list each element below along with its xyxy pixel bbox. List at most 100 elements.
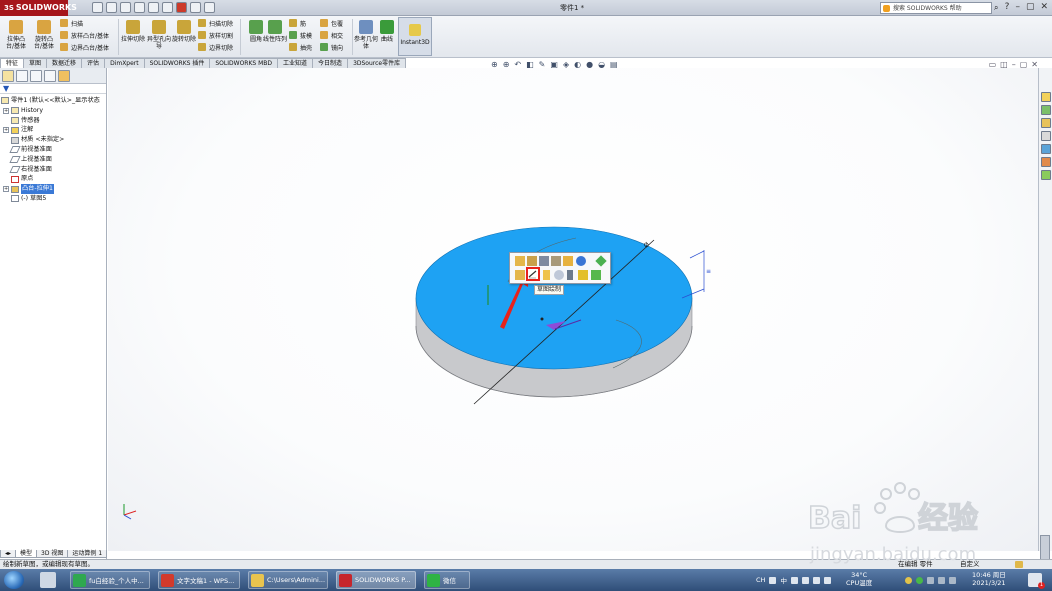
- tab-3dsource[interactable]: 3DSource零件库: [347, 58, 407, 68]
- shell-button[interactable]: 抽壳: [289, 42, 312, 52]
- ime-mode[interactable]: 中: [780, 575, 787, 585]
- start-button[interactable]: [4, 571, 24, 589]
- insert-icon[interactable]: [563, 256, 573, 266]
- language-indicator[interactable]: CH: [756, 576, 765, 584]
- taskbar-item-folder[interactable]: C:\Users\Admini...: [248, 571, 328, 589]
- appearances-icon[interactable]: [1041, 157, 1051, 167]
- property-manager-tab-icon[interactable]: [16, 70, 28, 82]
- model-view[interactable]: Ø ≡: [108, 68, 1038, 551]
- restore-icon[interactable]: ▢: [1026, 2, 1035, 12]
- tab-industry-know[interactable]: 工业知道: [277, 58, 314, 68]
- suppress-icon[interactable]: [539, 256, 549, 266]
- sketch-icon[interactable]: [526, 267, 540, 281]
- graphics-area[interactable]: Ø ≡: [108, 68, 1038, 551]
- minimize-icon[interactable]: –: [1015, 2, 1020, 12]
- volume-icon[interactable]: [938, 576, 945, 584]
- file-explorer-icon[interactable]: [1041, 131, 1051, 141]
- options-icon[interactable]: [204, 2, 215, 13]
- tray-icon[interactable]: [812, 576, 820, 584]
- battery-icon[interactable]: [949, 576, 956, 584]
- tree-item-top-plane[interactable]: 上视基准面: [0, 155, 106, 165]
- notification-icon[interactable]: 1: [1028, 573, 1045, 589]
- tab-today-manufacture[interactable]: 今日制造: [312, 58, 349, 68]
- measure-icon[interactable]: [567, 270, 573, 280]
- disc-top-face[interactable]: [415, 226, 693, 370]
- clock[interactable]: 10:46 周日 2021/3/21: [972, 571, 1006, 587]
- tray-icon[interactable]: [790, 576, 798, 584]
- open-file-icon[interactable]: [106, 2, 117, 13]
- mirror-button[interactable]: 镜向: [320, 42, 343, 52]
- tab-dimxpert[interactable]: DimXpert: [104, 58, 145, 68]
- temperature-widget[interactable]: 34°C CPU温度: [846, 571, 872, 587]
- help-icon[interactable]: [1015, 561, 1023, 568]
- expand-toggle[interactable]: +: [3, 107, 9, 114]
- custom-properties-icon[interactable]: [1041, 170, 1051, 180]
- tree-item-front-plane[interactable]: 前视基准面: [0, 145, 106, 155]
- edit-feature-icon[interactable]: [515, 256, 525, 266]
- lofted-cut-button[interactable]: 放样切割: [198, 30, 233, 40]
- revolve-boss-button[interactable]: 旋转凸台/基体: [31, 20, 57, 50]
- tree-item-sensors[interactable]: 传感器: [0, 116, 106, 126]
- tray-icon[interactable]: [916, 576, 923, 584]
- taskbar-item-solidworks[interactable]: SOLIDWORKS P...: [336, 571, 416, 589]
- tab-data-migration[interactable]: 数据迁移: [46, 58, 83, 68]
- sweep-button[interactable]: 扫描: [60, 18, 83, 28]
- hide-icon[interactable]: [595, 255, 607, 267]
- boundary-cut-button[interactable]: 边界切除: [198, 42, 233, 52]
- linear-pattern-button[interactable]: 线性阵列: [262, 20, 288, 43]
- new-file-icon[interactable]: [92, 2, 103, 13]
- tab-sketch[interactable]: 草图: [23, 58, 48, 68]
- tray-icon[interactable]: [801, 576, 809, 584]
- select-other-icon[interactable]: [591, 270, 601, 280]
- taskbar-item-browser[interactable]: fu白经验_个人中...: [70, 571, 150, 589]
- swept-cut-button[interactable]: 扫描切除: [198, 18, 233, 28]
- tree-item-annotations[interactable]: + 注解: [0, 125, 106, 135]
- unit-system[interactable]: 自定义: [960, 560, 980, 569]
- rib-button[interactable]: 筋: [289, 18, 306, 28]
- zoom-to-selection-icon[interactable]: [554, 270, 564, 280]
- expand-toggle[interactable]: +: [3, 127, 9, 134]
- tab-motion-study[interactable]: 运动算例 1: [67, 550, 108, 558]
- tab-features[interactable]: 特征: [0, 58, 25, 68]
- taskbar-item-wps[interactable]: 文字文稿1 - WPS...: [158, 571, 240, 589]
- solidworks-logo[interactable]: 3S SOLIDWORKS: [0, 0, 77, 16]
- tree-item-history[interactable]: + History: [0, 106, 106, 116]
- revolve-cut-button[interactable]: 旋转切除: [171, 20, 197, 43]
- network-icon[interactable]: [927, 576, 934, 584]
- tree-item-boss-extrude[interactable]: + 凸台-拉伸1: [0, 184, 106, 194]
- tab-model[interactable]: 模型: [15, 550, 38, 558]
- normal-to-icon[interactable]: [515, 270, 525, 280]
- print-icon[interactable]: [134, 2, 145, 13]
- extrude-cut-button[interactable]: 拉伸切除: [120, 20, 146, 43]
- tab-mbd[interactable]: SOLIDWORKS MBD: [209, 58, 279, 68]
- filter-icon[interactable]: ▼: [0, 84, 106, 94]
- tab-addins[interactable]: SOLIDWORKS 插件: [143, 58, 211, 68]
- view-palette-icon[interactable]: [1041, 144, 1051, 154]
- draft-button[interactable]: 拔模: [289, 30, 312, 40]
- tab-3d-views[interactable]: 3D 视图: [36, 550, 69, 558]
- select-icon[interactable]: [162, 2, 173, 13]
- intersect-button[interactable]: 相交: [320, 30, 343, 40]
- help-icon[interactable]: ?: [1005, 2, 1010, 12]
- tree-item-part[interactable]: 零件1 (默认<<默认>_显示状态: [0, 96, 106, 106]
- display-manager-tab-icon[interactable]: [58, 70, 70, 82]
- explorer-pinned-icon[interactable]: [40, 572, 56, 588]
- close-icon[interactable]: ✕: [1040, 2, 1048, 12]
- resources-icon[interactable]: [1041, 105, 1051, 115]
- feature-manager-tab-icon[interactable]: [2, 70, 14, 82]
- smart-dimension-icon[interactable]: [543, 270, 550, 280]
- search-input[interactable]: 搜索 SOLIDWORKS 帮助: [880, 2, 992, 14]
- instant3d-button[interactable]: Instant3D: [398, 17, 432, 56]
- extrude-boss-button[interactable]: 拉伸凸台/基体: [3, 20, 29, 50]
- taskbar-item-wechat[interactable]: 微信: [424, 571, 470, 589]
- scroll-arrows[interactable]: ◂▸: [0, 550, 17, 558]
- hole-wizard-button[interactable]: 异型孔向导: [146, 20, 172, 50]
- height-dimension-icon[interactable]: ≡: [706, 268, 711, 275]
- home-icon[interactable]: [1041, 92, 1051, 102]
- configuration-manager-tab-icon[interactable]: [30, 70, 42, 82]
- tab-evaluate[interactable]: 评估: [81, 58, 106, 68]
- rebuild-icon[interactable]: [176, 2, 187, 13]
- design-library-icon[interactable]: [1041, 118, 1051, 128]
- ime-icon[interactable]: [769, 576, 777, 584]
- undo-icon[interactable]: [148, 2, 159, 13]
